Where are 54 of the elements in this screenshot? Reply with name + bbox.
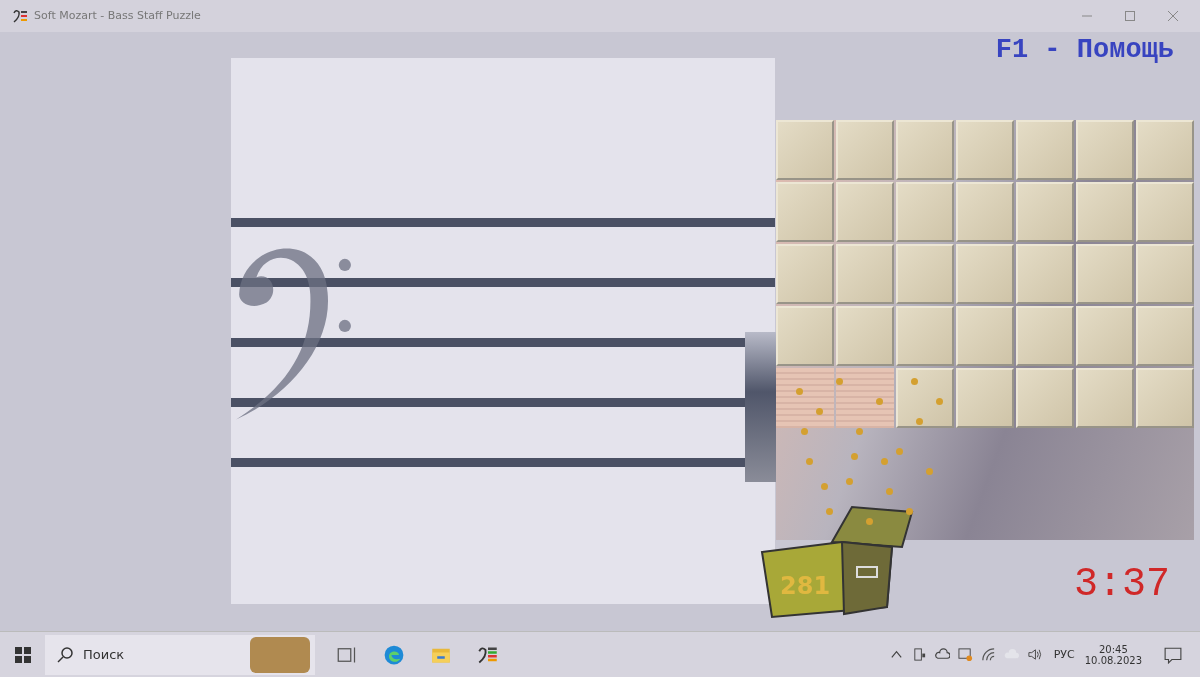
puzzle-tile[interactable] — [956, 367, 1014, 428]
music-app-icon[interactable] — [478, 644, 498, 665]
puzzle-tile[interactable] — [896, 367, 954, 428]
puzzle-tile[interactable] — [956, 243, 1014, 304]
puzzle-tile[interactable] — [1136, 119, 1194, 180]
puzzle-tile[interactable] — [776, 305, 834, 366]
puzzle-tile[interactable] — [1136, 181, 1194, 242]
close-icon[interactable] — [1168, 10, 1178, 21]
browser-icon[interactable] — [384, 644, 404, 665]
puzzle-tile[interactable] — [1076, 367, 1134, 428]
input-language[interactable]: РУС — [1053, 648, 1075, 662]
puzzle-tile[interactable] — [836, 305, 894, 366]
puzzle-tile[interactable] — [836, 119, 894, 180]
puzzle-tile[interactable] — [1076, 181, 1134, 242]
music-app-icon — [12, 7, 28, 24]
puzzle-tile[interactable] — [1076, 243, 1134, 304]
puzzle-tile[interactable] — [776, 119, 834, 180]
monitor-icon[interactable] — [957, 647, 973, 663]
timer: 3:37 — [1074, 561, 1170, 607]
puzzle-tile[interactable] — [956, 181, 1014, 242]
puzzle-tile[interactable] — [1016, 305, 1074, 366]
puzzle-tile[interactable] — [1136, 243, 1194, 304]
maximize-icon[interactable] — [1125, 10, 1135, 21]
puzzle-tile[interactable] — [836, 243, 894, 304]
window-title: Soft Mozart - Bass Staff Puzzle — [34, 9, 201, 23]
puzzle-tile[interactable] — [776, 181, 834, 242]
search-icon — [57, 646, 73, 663]
puzzle-tile[interactable] — [896, 181, 954, 242]
puzzle-tile[interactable] — [896, 243, 954, 304]
puzzle-tile[interactable] — [896, 305, 954, 366]
puzzle-tile[interactable] — [1076, 305, 1134, 366]
clock[interactable]: 20:45 10.08.2023 — [1084, 643, 1142, 666]
score-counter: 281 — [780, 571, 831, 600]
photo-placeholder — [250, 636, 310, 673]
puzzle-tile[interactable] — [956, 119, 1014, 180]
wifi-icon[interactable] — [980, 647, 996, 663]
puzzle-tile[interactable] — [1016, 367, 1074, 428]
puzzle-tile[interactable] — [1136, 367, 1194, 428]
notification-icon[interactable] — [1164, 645, 1182, 664]
speaker-icon[interactable] — [1026, 647, 1042, 663]
phone-icon[interactable] — [911, 647, 927, 663]
help-hint: F1 - Помощь — [995, 34, 1174, 65]
puzzle-tile[interactable] — [1136, 305, 1194, 366]
puzzle-tile[interactable] — [836, 181, 894, 242]
puzzle-tile[interactable] — [1076, 119, 1134, 180]
windows-start-icon[interactable] — [15, 646, 31, 663]
puzzle-tile[interactable] — [1016, 181, 1074, 242]
puzzle-tile[interactable] — [896, 119, 954, 180]
puzzle-tile[interactable] — [776, 243, 834, 304]
puzzle-tile[interactable] — [956, 305, 1014, 366]
clock-date: 10.08.2023 — [1084, 654, 1142, 666]
puzzle-tile[interactable] — [1016, 243, 1074, 304]
puzzle-tile[interactable] — [1016, 119, 1074, 180]
clock-time: 20:45 — [1098, 643, 1128, 655]
